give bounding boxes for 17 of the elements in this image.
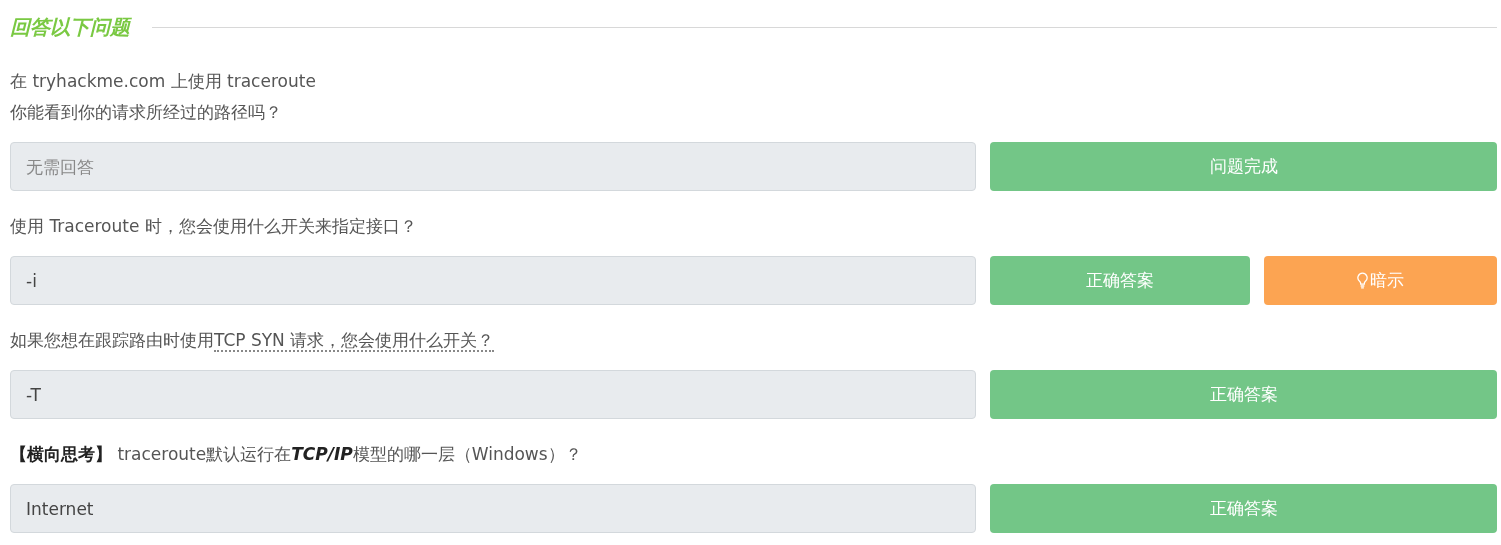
answer-field[interactable]: -i [10,256,976,305]
question-text: 如果您想在跟踪路由时使用 [10,330,214,350]
question-text: 你能看到你的请求所经过的路径吗？ [10,101,283,124]
tooltip-term[interactable]: TCP SYN 请求，您会使用什么开关？ [214,330,495,352]
question-text: 在 tryhackme.com 上使用 traceroute [10,70,317,93]
correct-answer-button[interactable]: 正确答案 [990,256,1250,305]
complete-button[interactable]: 问题完成 [990,142,1497,191]
section-heading: 回答以下问题 [10,13,130,41]
answer-field[interactable]: Internet [10,484,976,533]
correct-answer-button[interactable]: 正确答案 [990,370,1497,419]
question-text: 【横向思考】 traceroute默认运行在TCP/IP模型的哪一层（Windows）？ [10,443,583,466]
answer-field[interactable]: 无需回答 [10,142,976,191]
question-text: 使用 Traceroute 时，您会使用什么开关来指定接口？ [10,215,418,238]
lightbulb-icon [1357,272,1368,289]
hint-button[interactable]: 暗示 [1264,256,1497,305]
answer-field[interactable]: -T [10,370,976,419]
correct-answer-button[interactable]: 正确答案 [990,484,1497,533]
